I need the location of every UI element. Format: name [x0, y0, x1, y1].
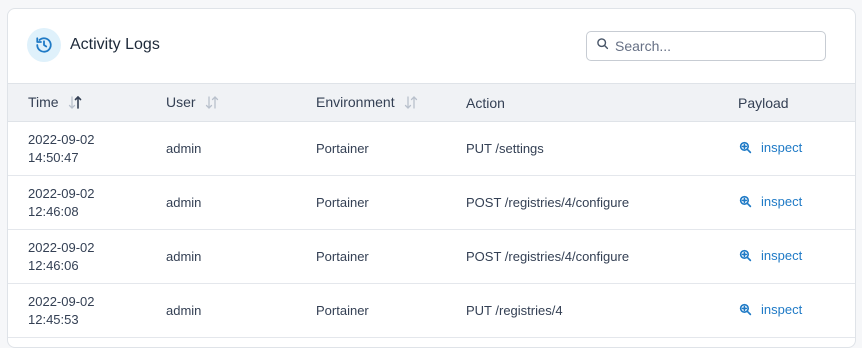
sort-desc-icon[interactable] [68, 95, 82, 112]
time-cell: 2022-09-02 14:50:47 [8, 122, 146, 176]
card-header: Activity Logs [8, 9, 855, 83]
activity-table: Time User Environment Action Payload 202… [8, 83, 855, 338]
column-label: Action [466, 94, 505, 111]
column-label: Payload [738, 94, 789, 111]
table-row: 2022-09-02 12:46:08 admin Portainer POST … [8, 176, 855, 230]
action-cell: POST /registries/4/configure [466, 195, 630, 210]
inspect-link[interactable]: inspect [736, 248, 802, 263]
zoom-in-icon [739, 249, 752, 262]
user-cell: admin [166, 141, 202, 156]
inspect-link[interactable]: inspect [736, 194, 802, 209]
environment-cell: Portainer [316, 249, 369, 264]
log-date: 2022-09-02 [28, 293, 95, 309]
action-cell: PUT /registries/4 [466, 303, 563, 318]
inspect-label: inspect [761, 248, 803, 263]
time-cell: 2022-09-02 12:46:06 [8, 230, 146, 284]
log-time: 12:46:06 [28, 257, 79, 273]
payload-cell: inspect [716, 284, 855, 338]
inspect-label: inspect [761, 302, 803, 317]
user-cell: admin [166, 249, 202, 264]
search-input[interactable] [615, 38, 805, 54]
search-icon [596, 37, 609, 55]
column-header-payload: Payload [716, 84, 855, 122]
column-label: Time [28, 93, 59, 110]
inspect-link[interactable]: inspect [736, 302, 802, 317]
log-date: 2022-09-02 [28, 239, 95, 255]
column-header-time[interactable]: Time [8, 84, 146, 122]
column-label: Environment [316, 93, 395, 110]
environment-cell: Portainer [316, 303, 369, 318]
payload-cell: inspect [716, 122, 855, 176]
zoom-in-icon [739, 303, 752, 316]
log-time: 14:50:47 [28, 149, 79, 165]
inspect-label: inspect [761, 140, 803, 155]
activity-logs-card: Activity Logs Time [7, 8, 856, 348]
payload-cell: inspect [716, 230, 855, 284]
inspect-label: inspect [761, 194, 803, 209]
table-row: 2022-09-02 12:45:53 admin Portainer PUT /… [8, 284, 855, 338]
log-time: 12:45:53 [28, 311, 79, 327]
search-box[interactable] [586, 31, 826, 61]
column-header-action: Action [446, 84, 716, 122]
payload-cell: inspect [716, 176, 855, 230]
sort-icon[interactable] [205, 95, 219, 112]
environment-cell: Portainer [316, 141, 369, 156]
time-cell: 2022-09-02 12:46:08 [8, 176, 146, 230]
zoom-in-icon [739, 195, 752, 208]
table-row: 2022-09-02 14:50:47 admin Portainer PUT /… [8, 122, 855, 176]
zoom-in-icon [739, 141, 752, 154]
table-row: 2022-09-02 12:46:06 admin Portainer POST … [8, 230, 855, 284]
log-time: 12:46:08 [28, 203, 79, 219]
environment-cell: Portainer [316, 195, 369, 210]
column-header-environment[interactable]: Environment [296, 84, 446, 122]
page-title: Activity Logs [70, 36, 160, 53]
sort-icon[interactable] [404, 95, 418, 112]
history-icon [27, 28, 61, 62]
time-cell: 2022-09-02 12:45:53 [8, 284, 146, 338]
user-cell: admin [166, 195, 202, 210]
inspect-link[interactable]: inspect [736, 140, 802, 155]
log-date: 2022-09-02 [28, 185, 95, 201]
column-header-user[interactable]: User [146, 84, 296, 122]
column-label: User [166, 93, 196, 110]
table-header-row: Time User Environment Action Payload [8, 83, 855, 122]
action-cell: POST /registries/4/configure [466, 249, 630, 264]
user-cell: admin [166, 303, 202, 318]
action-cell: PUT /settings [466, 141, 544, 156]
log-date: 2022-09-02 [28, 131, 95, 147]
